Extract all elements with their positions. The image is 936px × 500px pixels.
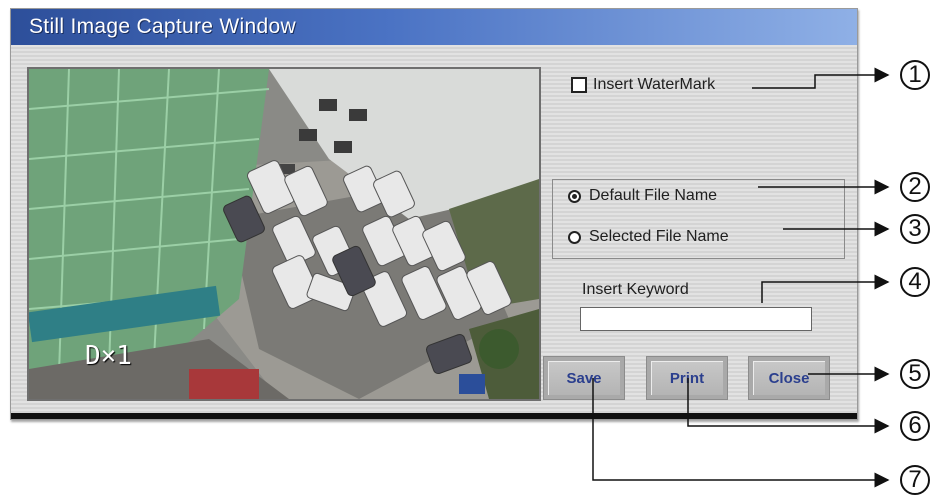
callout-4: 4 [900,267,930,297]
callout-2: 2 [900,172,930,202]
insert-keyword-label: Insert Keyword [582,281,689,298]
callout-6: 6 [900,411,930,441]
default-file-name-radio[interactable]: Default File Name [568,187,717,205]
callout-5: 5 [900,359,930,389]
print-button[interactable]: Print [646,356,728,400]
save-button[interactable]: Save [543,356,625,400]
camera-preview: D×1 [27,67,541,401]
title-bar[interactable]: Still Image Capture Window [11,9,857,45]
insert-watermark-label: Insert WaterMark [593,76,716,93]
insert-keyword-input[interactable] [580,307,812,331]
camera-id-overlay: D×1 [85,341,132,371]
selected-file-name-label: Selected File Name [589,228,729,245]
callout-1: 1 [900,60,930,90]
window-title: Still Image Capture Window [29,15,296,38]
insert-watermark-checkbox[interactable]: Insert WaterMark [571,76,715,94]
close-button[interactable]: Close [748,356,830,400]
callout-3: 3 [900,214,930,244]
selected-file-name-radio[interactable]: Selected File Name [568,228,729,246]
radio-selected-icon[interactable] [568,189,581,203]
default-file-name-label: Default File Name [589,187,718,204]
callout-7: 7 [900,465,930,495]
radio-unselected-icon[interactable] [568,230,581,244]
still-image-capture-window: Still Image Capture Window D×1 Insert Wa… [10,8,858,420]
window-bottom-border [11,413,857,419]
checkbox-box-icon[interactable] [571,77,587,93]
